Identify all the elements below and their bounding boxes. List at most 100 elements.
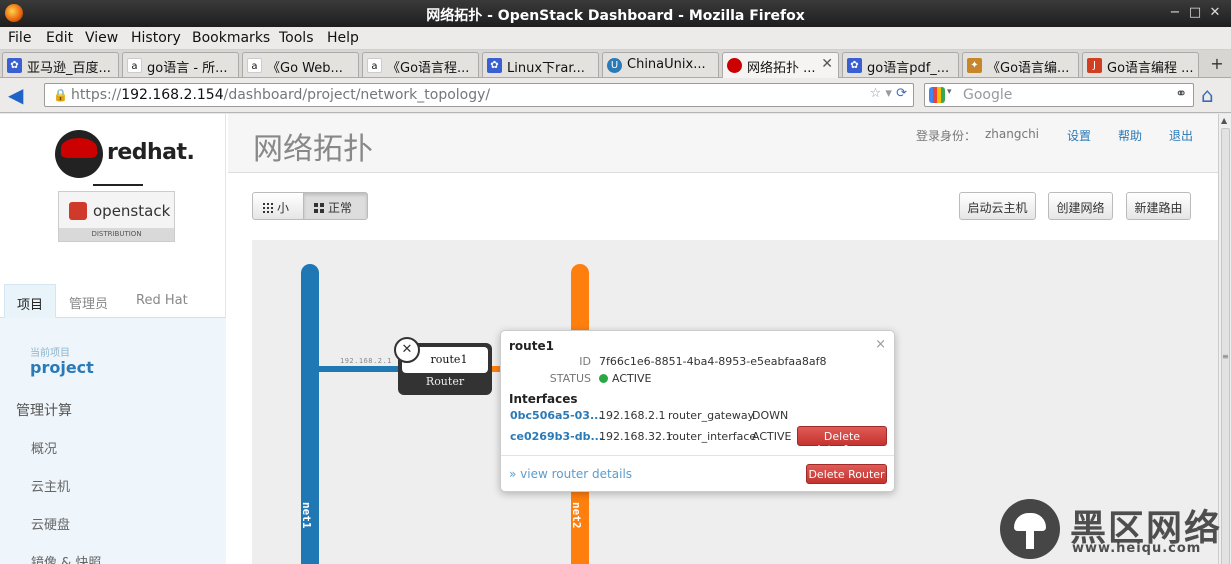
- close-window-button[interactable]: ✕: [1206, 4, 1224, 22]
- network-link: [319, 366, 399, 372]
- openstack-logo: openstack DISTRIBUTION: [58, 191, 175, 242]
- maximize-button[interactable]: □: [1186, 4, 1204, 22]
- window-titlebar: 网络拓扑 - OpenStack Dashboard - Mozilla Fir…: [0, 0, 1231, 27]
- user-label: 登录身份：: [916, 129, 977, 143]
- menu-file[interactable]: File: [8, 30, 31, 46]
- interface-ip: 192.168.32.1: [599, 430, 673, 443]
- url-bar[interactable]: 🔒 https://192.168.2.154/dashboard/projec…: [44, 83, 914, 107]
- launch-instance-button[interactable]: 启动云主机: [959, 192, 1036, 220]
- close-tab-icon[interactable]: ✕: [821, 56, 833, 72]
- watermark-url: www.heiqu.com: [1072, 541, 1202, 556]
- bookmark-star-icon[interactable]: ☆ ▾ ⟳: [870, 86, 907, 101]
- interface-status: ACTIVE: [752, 430, 792, 443]
- search-input[interactable]: ▾ Google ⚭: [924, 83, 1194, 107]
- menubar: File Edit View History Bookmarks Tools H…: [0, 27, 1231, 50]
- scroll-up-icon[interactable]: ▲: [1221, 116, 1227, 125]
- small-grid-icon: [263, 203, 273, 213]
- logout-link[interactable]: 退出: [1169, 127, 1193, 144]
- status-text: ACTIVE: [612, 372, 652, 385]
- interface-ip: 192.168.2.1: [599, 409, 666, 422]
- chinaunix-icon: U: [607, 58, 622, 73]
- sidebar-item-volumes[interactable]: 云硬盘: [31, 514, 70, 533]
- menu-view[interactable]: View: [85, 30, 118, 46]
- settings-link[interactable]: 设置: [1067, 127, 1091, 144]
- chevron-down-icon[interactable]: ▾: [947, 87, 952, 97]
- browser-tab-active[interactable]: 网络拓扑 ... ✕: [722, 52, 839, 78]
- status-badge: ACTIVE: [599, 372, 651, 385]
- redhat-icon: [727, 58, 742, 73]
- create-router-button[interactable]: 新建路由: [1126, 192, 1191, 220]
- tab-label: 《Go Web...: [267, 61, 343, 76]
- tab-label: ChinaUnix...: [627, 57, 706, 72]
- section-heading[interactable]: 管理计算: [16, 400, 72, 420]
- tab-label: 亚马逊_百度...: [27, 61, 111, 76]
- tab-label: go语言pdf_...: [867, 61, 950, 76]
- search-binoculars-icon[interactable]: ⚭: [1175, 86, 1187, 102]
- status-dot-icon: [599, 374, 608, 383]
- menu-edit[interactable]: Edit: [46, 30, 73, 46]
- sidebar-item-overview[interactable]: 概况: [31, 438, 57, 457]
- url-path: /dashboard/project/network_topology/: [223, 87, 491, 103]
- large-grid-icon: [314, 203, 324, 213]
- current-project-label: 当前项目: [30, 348, 70, 359]
- home-icon[interactable]: ⌂: [1201, 83, 1214, 107]
- view-router-details-link[interactable]: » view router details: [509, 467, 632, 481]
- close-icon[interactable]: ×: [875, 337, 886, 352]
- browser-tab[interactable]: ✿ 亚马逊_百度...: [2, 52, 119, 77]
- tab-label: 《Go语言编...: [987, 61, 1070, 76]
- sidebar-item-instances[interactable]: 云主机: [31, 476, 70, 495]
- book-icon: ✦: [967, 58, 982, 73]
- small-label: 小: [277, 201, 290, 215]
- browser-tab[interactable]: J Go语言编程 ...: [1082, 52, 1199, 77]
- current-project-switcher[interactable]: project: [30, 358, 94, 377]
- tab-project[interactable]: 项目: [4, 284, 57, 318]
- create-network-button[interactable]: 创建网络: [1048, 192, 1113, 220]
- navigation-toolbar: ◀ 🔒 https://192.168.2.154/dashboard/proj…: [0, 78, 1231, 113]
- paw-icon: ✿: [847, 58, 862, 73]
- scrollbar-grip-icon: ≡: [1222, 352, 1229, 361]
- interface-port-link[interactable]: 0bc506a5-03...: [510, 409, 603, 422]
- back-button[interactable]: ◀: [8, 84, 34, 106]
- small-view-button[interactable]: 小: [253, 193, 304, 219]
- sidebar: redhat. openstack DISTRIBUTION 项目 管理员 Re…: [0, 114, 226, 564]
- browser-tab[interactable]: a 《Go语言程...: [362, 52, 479, 77]
- browser-tab[interactable]: ✿ Linux下rar...: [482, 52, 599, 77]
- distribution-text: DISTRIBUTION: [59, 228, 174, 241]
- divider: [501, 455, 894, 456]
- normal-label: 正常: [328, 201, 353, 215]
- link-ip-label: 192.168.2.1: [340, 357, 392, 365]
- amazon-icon: a: [127, 58, 142, 73]
- redhat-brand-text: redhat.: [107, 140, 195, 165]
- paw-icon: ✿: [7, 58, 22, 73]
- reload-icon[interactable]: ⟳: [896, 86, 907, 101]
- browser-tab[interactable]: ✦ 《Go语言编...: [962, 52, 1079, 77]
- redhat-logo[interactable]: redhat.: [55, 130, 195, 180]
- sidebar-item-images[interactable]: 镜像 & 快照: [31, 552, 101, 564]
- delete-router-button[interactable]: Delete Router: [806, 464, 887, 484]
- delete-interface-button[interactable]: Delete Interface: [797, 426, 887, 456]
- menu-bookmarks[interactable]: Bookmarks: [192, 30, 270, 46]
- browser-tab[interactable]: U ChinaUnix...: [602, 52, 719, 77]
- help-link[interactable]: 帮助: [1118, 127, 1142, 144]
- browser-tab[interactable]: a 《Go Web...: [242, 52, 359, 77]
- minimize-button[interactable]: −: [1166, 4, 1184, 22]
- tab-label: 网络拓扑 ...: [747, 61, 816, 76]
- browser-tab[interactable]: ✿ go语言pdf_...: [842, 52, 959, 77]
- interface-port-link[interactable]: ce0269b3-db...: [510, 430, 603, 443]
- tab-admin[interactable]: 管理员: [57, 284, 120, 318]
- search-placeholder: Google: [963, 87, 1013, 103]
- menu-help[interactable]: Help: [327, 30, 359, 46]
- amazon-icon: a: [247, 58, 262, 73]
- interface-type: router_interface: [668, 430, 757, 443]
- normal-view-button[interactable]: 正常: [304, 193, 367, 219]
- menu-tools[interactable]: Tools: [279, 30, 314, 46]
- browser-tab[interactable]: a go语言 - 所...: [122, 52, 239, 77]
- id-label: ID: [579, 355, 591, 368]
- tab-redhat[interactable]: Red Hat: [124, 284, 200, 318]
- menu-history[interactable]: History: [131, 30, 181, 46]
- divider: [93, 184, 143, 186]
- new-tab-button[interactable]: +: [1207, 54, 1227, 74]
- size-toggle: 小 正常: [252, 192, 368, 220]
- google-icon[interactable]: [929, 87, 945, 103]
- tab-label: go语言 - 所...: [147, 61, 228, 76]
